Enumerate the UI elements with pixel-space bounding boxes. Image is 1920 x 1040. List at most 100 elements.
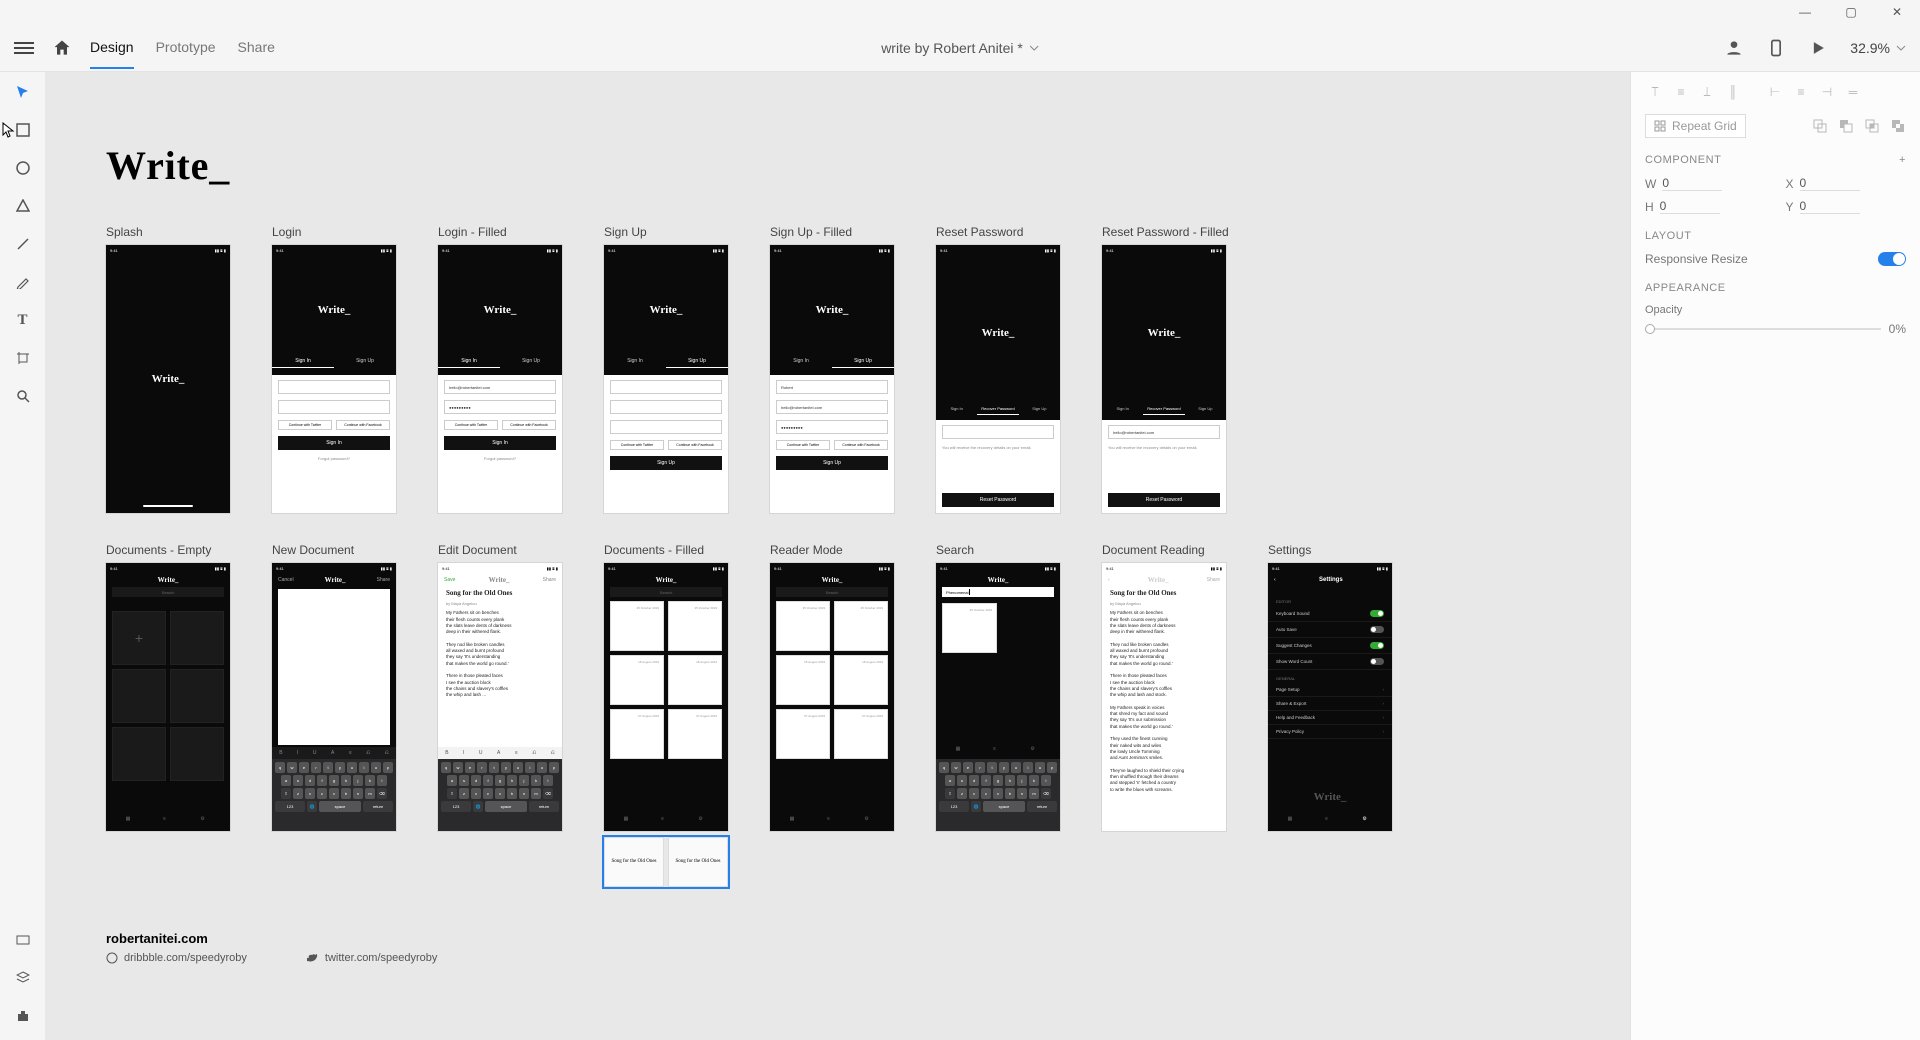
app-logo: Write_ <box>152 373 185 385</box>
opacity-slider[interactable] <box>1645 328 1881 330</box>
artboard-label[interactable]: New Document <box>272 543 396 557</box>
top-bar: Design Prototype Share write by Robert A… <box>0 24 1920 72</box>
hamburger-menu[interactable] <box>14 39 34 57</box>
zoom-value: 32.9% <box>1850 40 1890 56</box>
artboard-signup[interactable]: 9:41▮▮ ⧈ ▮Write_ Sign InSign Up Continue… <box>604 245 728 513</box>
width-label: W <box>1645 177 1656 191</box>
ellipse-tool[interactable] <box>13 158 33 178</box>
artboard-reader[interactable]: 9:41▮▮ ⧈ ▮ Write_ Search 25 October 2019… <box>770 563 894 831</box>
distribute-v-icon[interactable]: ║ <box>1723 82 1743 102</box>
credits: robertanitei.com dribbble.com/speedyroby… <box>106 931 1392 964</box>
opacity-label: Opacity <box>1645 304 1906 316</box>
chevron-down-icon <box>1029 43 1039 53</box>
artboard-label[interactable]: Documents - Filled <box>604 543 728 557</box>
align-bottom-icon[interactable]: ⟘ <box>1697 82 1717 102</box>
exclude-op-icon[interactable] <box>1890 118 1906 134</box>
artboard-label[interactable]: Sign Up <box>604 225 728 239</box>
align-left-icon[interactable]: ⊢ <box>1765 82 1785 102</box>
responsive-resize-toggle[interactable] <box>1878 252 1906 266</box>
artboard-edit-doc[interactable]: 9:41▮▮ ⧈ ▮ SaveWrite_Share Song for the … <box>438 563 562 831</box>
artboard-settings[interactable]: 9:41▮▮ ⧈ ▮ ‹Settings EDITORKeyboard Soun… <box>1268 563 1392 831</box>
play-icon[interactable] <box>1808 38 1828 58</box>
layout-section: LAYOUT <box>1645 230 1906 242</box>
artboard-signup-filled[interactable]: 9:41▮▮ ⧈ ▮Write_ Sign InSign Up Robert h… <box>770 245 894 513</box>
properties-panel: ⟙ ≡ ⟘ ║ ⊢ ≡ ⊣ ═ Repeat Grid COMPONENT + … <box>1630 72 1920 1040</box>
selected-repeat-grid[interactable]: Song for the Old OnesSong for the Old On… <box>604 837 728 887</box>
document-title[interactable]: write by Robert Anitei * <box>881 40 1039 56</box>
credit-site: robertanitei.com <box>106 931 1392 946</box>
artboard-label[interactable]: Reset Password - Filled <box>1102 225 1229 239</box>
user-icon[interactable] <box>1724 38 1744 58</box>
artboard-row-2: Documents - Empty 9:41▮▮ ⧈ ▮ Write_ Sear… <box>106 543 1392 887</box>
y-label: Y <box>1786 200 1794 214</box>
artboard-reset[interactable]: 9:41▮▮ ⧈ ▮Write_ Sign InRecover Password… <box>936 245 1060 513</box>
artboard-splash[interactable]: 9:41▮▮ ⧈ ▮ Write_ <box>106 245 230 513</box>
repeat-grid-label: Repeat Grid <box>1672 119 1737 133</box>
tab-prototype[interactable]: Prototype <box>156 27 216 69</box>
artboard-login[interactable]: 9:41▮▮ ⧈ ▮Write_ Sign InSign Up Continue… <box>272 245 396 513</box>
repeat-grid-button[interactable]: Repeat Grid <box>1645 114 1746 138</box>
twitter-link: twitter.com/speedyroby <box>307 952 438 964</box>
zoom-control[interactable]: 32.9% <box>1850 40 1906 56</box>
home-icon[interactable] <box>52 38 72 58</box>
width-input[interactable] <box>1662 176 1722 191</box>
subtract-op-icon[interactable] <box>1838 118 1854 134</box>
layers-icon[interactable] <box>13 968 33 988</box>
align-row: ⟙ ≡ ⟘ ║ ⊢ ≡ ⊣ ═ <box>1645 82 1906 102</box>
plugins-icon[interactable] <box>13 1006 33 1026</box>
artboard-label[interactable]: Reader Mode <box>770 543 894 557</box>
add-component-icon[interactable]: + <box>1899 154 1906 166</box>
artboard-row-1: Splash 9:41▮▮ ⧈ ▮ Write_ Login 9:41▮▮ ⧈ … <box>106 225 1392 513</box>
window-controls: — ▢ ✕ <box>1782 0 1920 24</box>
distribute-h-icon[interactable]: ═ <box>1843 82 1863 102</box>
maximize-button[interactable]: ▢ <box>1828 0 1874 24</box>
responsive-resize-label: Responsive Resize <box>1645 252 1748 266</box>
tab-share[interactable]: Share <box>238 27 275 69</box>
artboard-label[interactable]: Documents - Empty <box>106 543 230 557</box>
artboard-reset-filled[interactable]: 9:41▮▮ ⧈ ▮Write_ Sign InRecover Password… <box>1102 245 1226 513</box>
artboard-doc-reading[interactable]: 9:41▮▮ ⧈ ▮ ‹Write_Share Song for the Old… <box>1102 563 1226 831</box>
artboard-label[interactable]: Search <box>936 543 1060 557</box>
height-input[interactable] <box>1660 199 1720 214</box>
add-op-icon[interactable] <box>1812 118 1828 134</box>
twitter-icon <box>307 952 319 964</box>
align-middle-icon[interactable]: ≡ <box>1671 82 1691 102</box>
mode-tabs: Design Prototype Share <box>90 27 275 69</box>
canvas[interactable]: Write_ Splash 9:41▮▮ ⧈ ▮ Write_ Login 9:… <box>46 72 1630 1040</box>
artboard-docs-filled[interactable]: 9:41▮▮ ⧈ ▮ Write_ Search 25 October 2019… <box>604 563 728 831</box>
dribbble-link: dribbble.com/speedyroby <box>106 952 247 964</box>
artboard-new-doc[interactable]: 9:41▮▮ ⧈ ▮ CancelWrite_Share BIUA≡⎌⎌ qwe… <box>272 563 396 831</box>
artboard-label[interactable]: Sign Up - Filled <box>770 225 894 239</box>
polygon-tool[interactable] <box>13 196 33 216</box>
artboard-label[interactable]: Document Reading <box>1102 543 1226 557</box>
align-right-icon[interactable]: ⊣ <box>1817 82 1837 102</box>
assets-icon[interactable] <box>13 930 33 950</box>
y-input[interactable] <box>1800 199 1860 214</box>
artboard-search[interactable]: 9:41▮▮ ⧈ ▮ Write_ Phenomenal 25 October … <box>936 563 1060 831</box>
minimize-button[interactable]: — <box>1782 0 1828 24</box>
select-tool[interactable] <box>13 82 33 102</box>
artboard-label[interactable]: Reset Password <box>936 225 1060 239</box>
project-title: Write_ <box>106 142 1392 189</box>
align-center-icon[interactable]: ≡ <box>1791 82 1811 102</box>
artboard-docs-empty[interactable]: 9:41▮▮ ⧈ ▮ Write_ Search + ▦≡⚙ <box>106 563 230 831</box>
line-tool[interactable] <box>13 234 33 254</box>
pen-tool[interactable] <box>13 272 33 292</box>
artboard-login-filled[interactable]: 9:41▮▮ ⧈ ▮Write_ Sign InSign Up hello@ro… <box>438 245 562 513</box>
align-top-icon[interactable]: ⟙ <box>1645 82 1665 102</box>
artboard-label[interactable]: Settings <box>1268 543 1392 557</box>
close-button[interactable]: ✕ <box>1874 0 1920 24</box>
device-preview-icon[interactable] <box>1766 38 1786 58</box>
artboard-label[interactable]: Login - Filled <box>438 225 562 239</box>
dribbble-icon <box>106 952 118 964</box>
text-tool[interactable]: T <box>13 310 33 330</box>
artboard-tool[interactable] <box>13 348 33 368</box>
boolean-ops <box>1812 118 1906 134</box>
zoom-tool[interactable] <box>13 386 33 406</box>
intersect-op-icon[interactable] <box>1864 118 1880 134</box>
x-input[interactable] <box>1800 176 1860 191</box>
artboard-label[interactable]: Login <box>272 225 396 239</box>
artboard-label[interactable]: Edit Document <box>438 543 562 557</box>
tab-design[interactable]: Design <box>90 27 134 69</box>
artboard-label[interactable]: Splash <box>106 225 230 239</box>
